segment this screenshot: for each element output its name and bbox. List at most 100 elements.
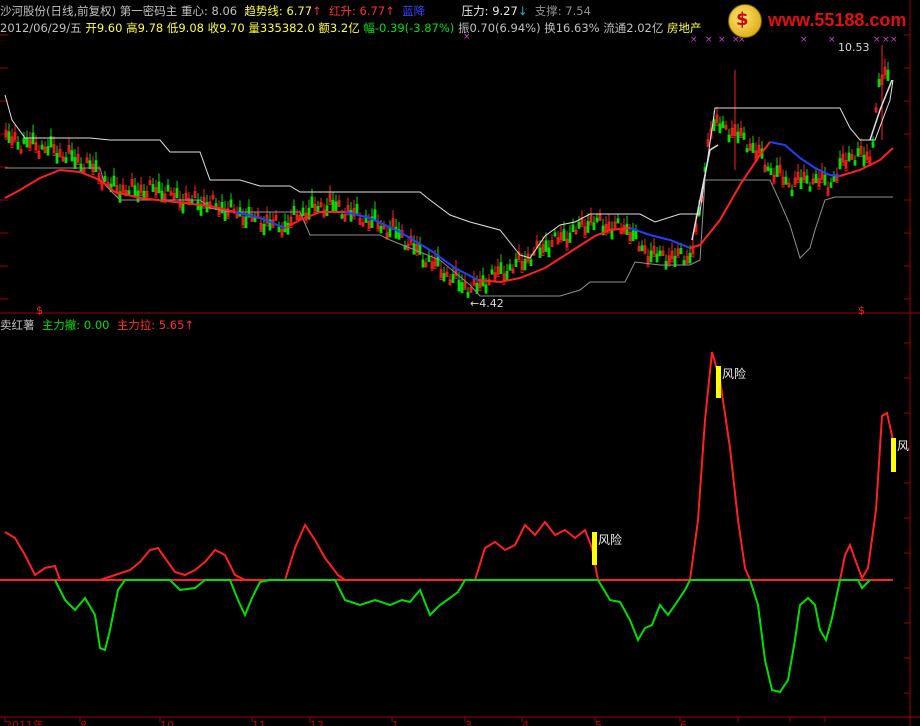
candle-body [829, 182, 833, 188]
candle-body [799, 177, 803, 190]
candle-body [301, 207, 305, 217]
candle-body [310, 196, 314, 208]
candle-body [16, 142, 20, 150]
candle-body [331, 200, 335, 212]
candle-body [490, 269, 494, 275]
candle-body [94, 160, 98, 173]
quote-float: 流通2.02亿 [603, 21, 664, 35]
candle-body [25, 137, 29, 148]
candle-body [784, 176, 788, 185]
risk-bar [592, 532, 597, 565]
quote-bar: 2012/06/29/五 开9.60 高9.78 低9.08 收9.70 量33… [0, 21, 702, 35]
candle-body [340, 214, 344, 219]
candle-body [658, 250, 662, 257]
quote-low: 低9.08 [166, 21, 204, 35]
trend-arrow-icon: ↑ [312, 4, 322, 18]
candle-body [457, 279, 461, 292]
candle-body [418, 244, 422, 255]
quote-date: 2012/06/29/五 [0, 21, 82, 35]
candle-body [316, 206, 320, 213]
pressure-value: 9.27 [492, 4, 518, 18]
candle-body [355, 203, 359, 214]
candle-body [166, 184, 170, 192]
signal-mark-icon: × [718, 35, 726, 45]
candle-body [727, 134, 731, 143]
lower-indicator-name: 卖红薯 [0, 318, 35, 332]
x-tick-label: 3 [465, 719, 472, 726]
candle-body [886, 69, 890, 82]
candle-body [505, 271, 509, 281]
risk-label: 风险 [722, 366, 746, 381]
risk-label: 风 [897, 439, 909, 453]
risk-label: 风险 [598, 532, 622, 547]
candle-body [631, 230, 635, 242]
candle-body [508, 264, 512, 271]
site-logo[interactable]: $ www.55188.com [728, 4, 914, 38]
candle-body [649, 250, 653, 263]
signal-mark-icon: × [705, 35, 713, 45]
candle-body [616, 218, 620, 224]
logo-symbol: $ [736, 9, 749, 30]
candle-body [175, 188, 179, 199]
candle-body [742, 132, 746, 140]
quote-sector: 房地产 [667, 21, 702, 35]
candle-body [769, 168, 773, 176]
candle-body [553, 232, 557, 237]
trend-value: 6.77 [286, 4, 313, 18]
candle-body [814, 173, 818, 184]
candle-body [805, 175, 809, 184]
candle-body [499, 262, 503, 275]
candle-body [388, 227, 392, 238]
candle-body [334, 201, 338, 212]
candle-body [40, 144, 44, 150]
candle-body [442, 273, 446, 282]
up-value: 6.77 [359, 4, 386, 18]
candle-body [157, 181, 161, 194]
stock-name: 沙河股份(日线,前复权) [0, 4, 117, 18]
candle-body [808, 186, 812, 192]
candle-body [31, 132, 35, 145]
pressure-label: 压力: [461, 4, 489, 18]
candle-body [568, 232, 572, 243]
candle-body [64, 157, 68, 164]
candle-body [586, 221, 590, 233]
candle-body [277, 226, 281, 233]
pressure-line [4, 79, 894, 259]
x-tick-label: 2011年 [5, 718, 44, 726]
red-oscillator [4, 351, 894, 581]
candle-body [262, 223, 266, 236]
high-price-label: 10.53 [838, 41, 870, 54]
x-tick-label: 4 [522, 719, 529, 726]
price-chart[interactable]: 10.53←4.42$ $× × × × ×× × × × × ×风险风险风2011年 8 10 11 12… [0, 0, 920, 726]
candle-body [22, 137, 26, 145]
candle-body [877, 79, 881, 88]
risk-bar [716, 366, 721, 398]
x-tick-label: 12 [310, 719, 324, 726]
s-marker: $ [36, 304, 43, 317]
candle-body [562, 229, 566, 242]
candle-body [625, 223, 629, 235]
candle-body [151, 184, 155, 192]
support-value: 7.54 [565, 4, 591, 18]
indicator-name: 第一密码主 [119, 4, 178, 18]
candle-body [325, 205, 329, 216]
candle-body [655, 253, 659, 263]
candle-body [379, 225, 383, 234]
candle-body [421, 259, 425, 268]
candle-body [103, 176, 107, 182]
candle-body [688, 252, 692, 264]
center-value: 8.06 [211, 4, 238, 18]
candle-body [73, 157, 77, 170]
x-tick-label: 11 [252, 719, 266, 726]
logo-text: www.55188.com [768, 10, 907, 30]
candle-body [832, 175, 836, 182]
down-label: 蓝降 [402, 4, 426, 18]
withdraw-value: 0.00 [83, 318, 110, 332]
candle-body [721, 121, 725, 129]
candle-body [823, 174, 827, 186]
s-marker: $ [858, 304, 865, 317]
candle-body [229, 199, 233, 208]
x-tick-label: 8 [80, 719, 87, 726]
pull-value: 5.65 [158, 318, 185, 332]
candle-body [718, 123, 722, 134]
